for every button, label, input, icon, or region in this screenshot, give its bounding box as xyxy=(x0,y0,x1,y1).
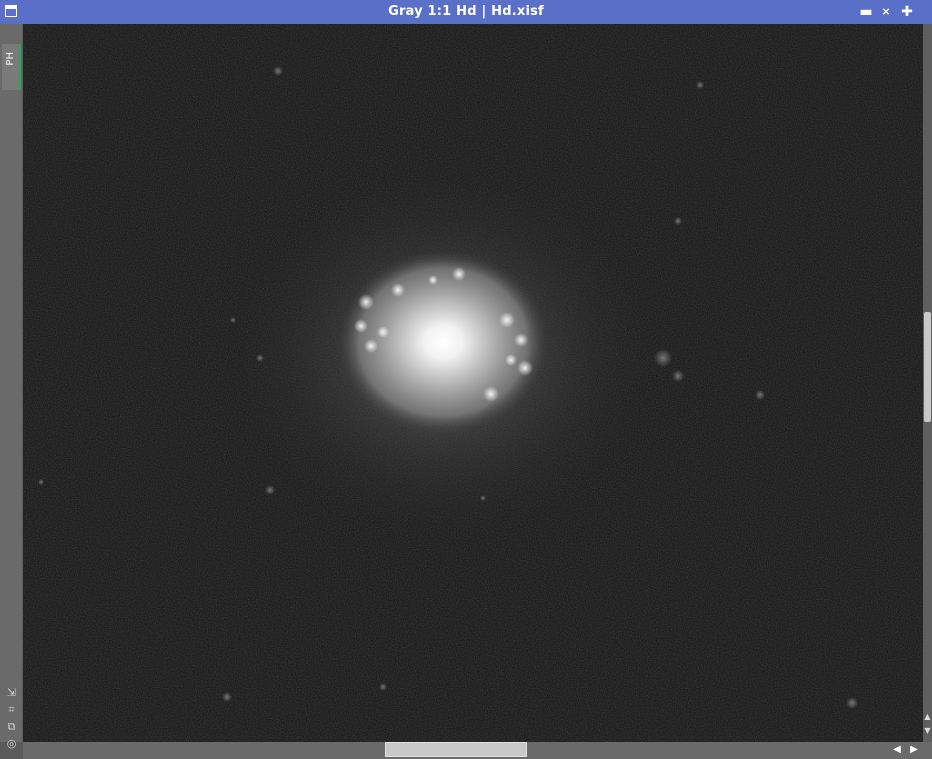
horizontal-scrollbar[interactable]: ◀ ▶ xyxy=(23,742,932,759)
minimize-button[interactable]: ▬ xyxy=(858,4,874,20)
tab-ph[interactable]: PH xyxy=(2,44,21,90)
tab-ph-label: PH xyxy=(5,52,16,66)
vertical-scroll-thumb[interactable] xyxy=(924,312,931,422)
window-title: Gray 1:1 Hd | Hd.xisf xyxy=(388,4,544,19)
scroll-up-arrow-icon[interactable]: ▲ xyxy=(923,712,932,722)
image-canvas[interactable] xyxy=(23,24,923,742)
zoom-to-fit-icon[interactable]: ⇲ xyxy=(5,686,18,699)
scroll-left-arrow-icon[interactable]: ◀ xyxy=(890,742,904,757)
clone-icon[interactable]: ⧉ xyxy=(5,720,18,733)
view-side-panel: PH ⇲ ⌗ ⧉ ◎ xyxy=(0,24,22,750)
vertical-scrollbar[interactable]: ▲ ▼ xyxy=(923,24,932,742)
astro-image xyxy=(23,24,923,742)
preview-icon[interactable]: ◎ xyxy=(5,737,18,750)
scroll-right-arrow-icon[interactable]: ▶ xyxy=(907,742,921,757)
close-button[interactable] xyxy=(917,4,932,20)
horizontal-scroll-thumb[interactable] xyxy=(385,742,527,757)
window-titlebar[interactable]: Gray 1:1 Hd | Hd.xisf ▬ ⨯ ✚ xyxy=(0,0,932,24)
maximize-button[interactable]: ✚ xyxy=(899,4,915,20)
scroll-down-arrow-icon[interactable]: ▼ xyxy=(923,726,932,736)
fit-window-icon[interactable]: ⌗ xyxy=(5,703,18,716)
shade-button[interactable]: ⨯ xyxy=(878,4,894,20)
